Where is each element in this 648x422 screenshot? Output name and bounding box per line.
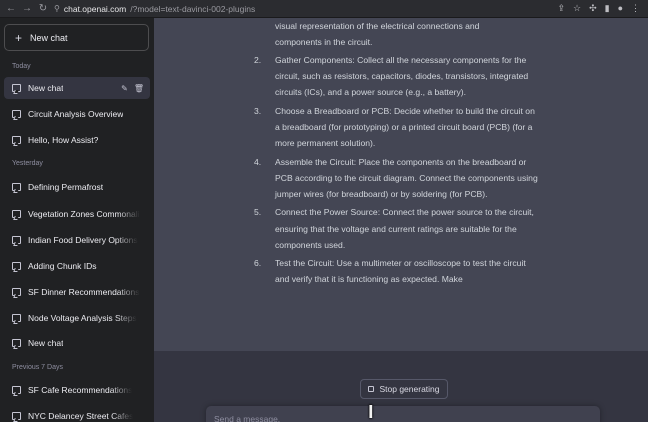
message-icon [12, 412, 21, 420]
chat-item[interactable]: Vegetation Zones Commonali [4, 203, 150, 225]
message-icon [12, 386, 21, 394]
steps-list: 2. Gather Components: Collect all the nec… [250, 52, 540, 290]
chat-item-label: Indian Food Delivery Options [28, 235, 138, 245]
chat-item[interactable]: SF Dinner Recommendations [4, 281, 150, 303]
menu-icon[interactable]: ⋮ [631, 3, 640, 14]
address-bar[interactable]: ⚲ chat.openai.com/?model=text-davinci-00… [54, 2, 540, 16]
edit-pencil-icon[interactable]: ✎ [121, 84, 128, 93]
chat-item[interactable]: NYC Delancey Street Cafes [4, 405, 150, 422]
list-item: 6. Test the Circuit: Use a multimeter or … [254, 258, 526, 285]
chat-item-label: New chat [28, 83, 64, 93]
answer-line: visual representation of the electrical … [275, 21, 480, 31]
chat-item-label: Defining Permafrost [28, 182, 104, 192]
message-icon [12, 236, 21, 244]
chat-item[interactable]: Defining Permafrost [4, 176, 150, 198]
sidebar: + New chat Today New chat ✎ 🗑 Circuit An… [0, 18, 154, 422]
reload-icon[interactable]: ↻ [38, 3, 48, 14]
stop-square-icon [368, 386, 375, 392]
chat-item-label: SF Dinner Recommendations [28, 287, 140, 297]
back-arrow-icon[interactable]: ← [6, 3, 16, 14]
profile-icon[interactable]: ● [618, 3, 623, 14]
chat-item-label: Adding Chunk IDs [28, 261, 97, 271]
section-previous-7-days: Previous 7 Days [12, 364, 63, 371]
chat-item-label: Node Voltage Analysis Steps [28, 313, 137, 323]
chat-item-label: Circuit Analysis Overview [28, 109, 124, 119]
chat-item-new-chat[interactable]: New chat ✎ 🗑 [4, 77, 150, 99]
new-chat-label: New chat [30, 32, 68, 43]
extensions-icon[interactable]: ✣ [589, 3, 597, 14]
chat-item-label: SF Cafe Recommendations [28, 385, 133, 395]
chat-item[interactable]: Hello, How Assist? [4, 129, 150, 151]
conversation-area: visual representation of the electrical … [154, 18, 648, 422]
list-item: 3. Choose a Breadboard or PCB: Decide whe… [254, 105, 535, 149]
composer-area: Stop generating 𝐈 [154, 351, 648, 422]
new-chat-button[interactable]: + New chat [4, 24, 149, 51]
url-host: chat.openai.com [63, 3, 127, 14]
message-icon [12, 183, 21, 191]
chat-item[interactable]: Indian Food Delivery Options [4, 229, 150, 251]
list-item: 4. Assemble the Circuit: Place the compon… [254, 156, 538, 199]
message-icon [12, 314, 21, 322]
message-icon [12, 262, 21, 270]
list-item: 5. Connect the Power Source: Connect the … [254, 207, 534, 250]
bookmark-star-icon[interactable]: ☆ [573, 3, 581, 14]
chat-item-label: New chat [28, 338, 64, 348]
message-icon [12, 84, 21, 92]
section-today: Today [12, 63, 31, 70]
message-input-box[interactable] [206, 406, 600, 422]
section-yesterday: Yesterday [12, 160, 43, 167]
trash-icon[interactable]: 🗑 [134, 84, 144, 93]
chat-item[interactable]: Circuit Analysis Overview [4, 103, 150, 125]
message-icon [12, 136, 21, 144]
forward-arrow-icon[interactable]: → [22, 3, 32, 14]
text-cursor-icon: 𝐈 [368, 402, 374, 422]
chat-item-label: Vegetation Zones Commonali [28, 209, 140, 219]
assistant-message: visual representation of the electrical … [154, 18, 648, 351]
plus-icon: + [15, 30, 23, 45]
message-icon [12, 210, 21, 218]
side-panel-icon[interactable]: ▮ [605, 3, 610, 14]
message-input[interactable] [214, 412, 574, 422]
chat-item-label: NYC Delancey Street Cafes [28, 411, 134, 421]
url-path: /?model=text-davinci-002-plugins [130, 3, 256, 14]
chat-item[interactable]: SF Cafe Recommendations [4, 379, 150, 401]
list-item: 2. Gather Components: Collect all the nec… [254, 55, 529, 98]
browser-toolbar: ← → ↻ ⚲ chat.openai.com/?model=text-davi… [0, 0, 648, 18]
chat-item-label: Hello, How Assist? [28, 135, 99, 145]
message-icon [12, 288, 21, 296]
share-icon[interactable]: ⇪ [557, 3, 565, 14]
message-icon [12, 110, 21, 118]
chat-item[interactable]: Node Voltage Analysis Steps [4, 307, 150, 329]
site-info-icon[interactable]: ⚲ [54, 4, 60, 13]
chat-item[interactable]: New chat [4, 332, 150, 354]
stop-generating-button[interactable]: Stop generating [360, 379, 448, 399]
stop-generating-label: Stop generating [379, 384, 440, 394]
message-icon [12, 339, 21, 347]
answer-line: components in the circuit. [275, 37, 373, 47]
chat-item[interactable]: Adding Chunk IDs [4, 255, 150, 277]
